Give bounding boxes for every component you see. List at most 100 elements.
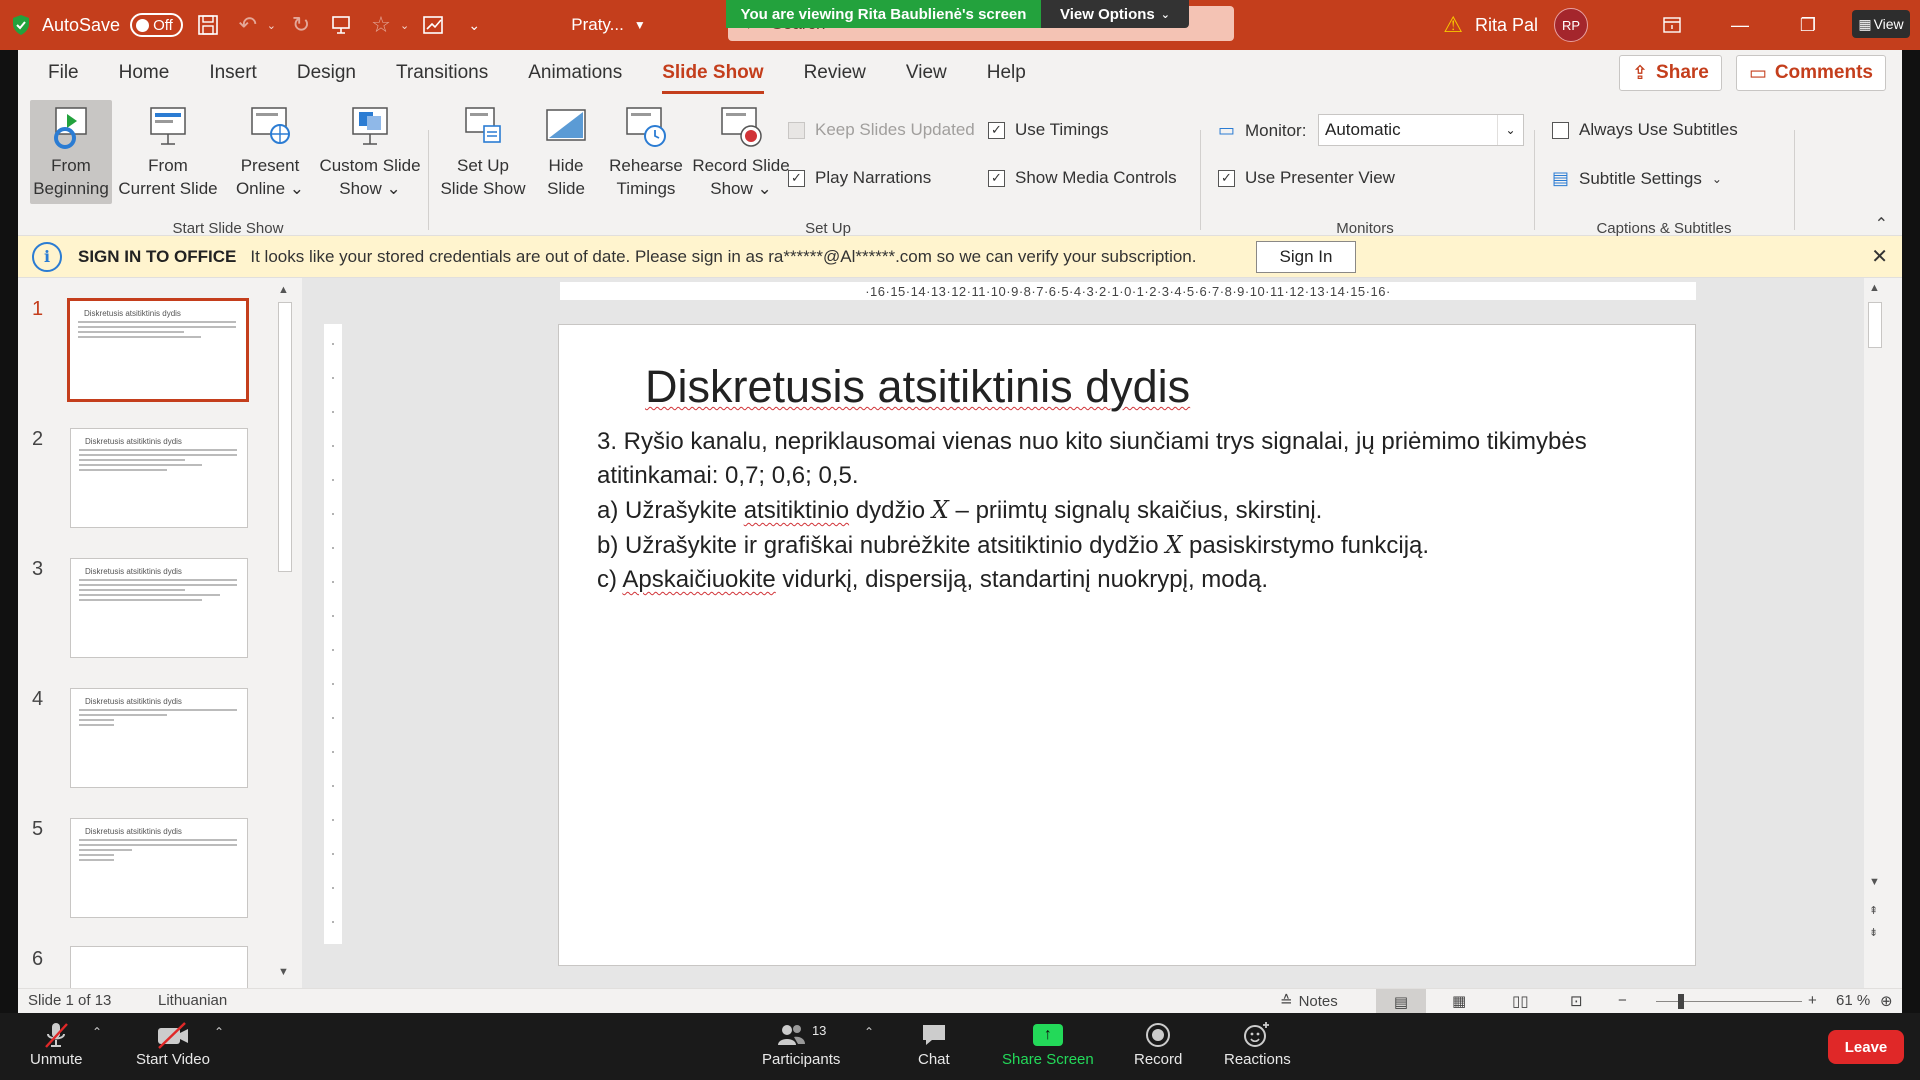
- ribbon-display-icon[interactable]: [1638, 0, 1706, 50]
- zoom-out-icon[interactable]: −: [1618, 992, 1627, 1009]
- monitor-select[interactable]: Automatic ⌄: [1318, 114, 1524, 146]
- share-screen-button[interactable]: ↑ Share Screen: [1002, 1019, 1094, 1068]
- monitor-label-row: ▭ Monitor:: [1218, 120, 1306, 141]
- rehearse-timings-button[interactable]: Rehearse Timings: [606, 100, 686, 204]
- fit-to-window-icon[interactable]: ⊕: [1880, 992, 1893, 1010]
- scrollbar-thumb[interactable]: [278, 302, 292, 572]
- close-icon[interactable]: ✕: [1871, 244, 1888, 269]
- from-current-slide-button[interactable]: From Current Slide: [116, 100, 220, 204]
- tab-animations[interactable]: Animations: [508, 50, 642, 96]
- keep-slides-updated-checkbox[interactable]: Keep Slides Updated: [788, 120, 975, 140]
- next-slide-icon[interactable]: ⇟: [1869, 926, 1878, 939]
- leave-button[interactable]: Leave: [1828, 1030, 1904, 1064]
- tab-view[interactable]: View: [886, 50, 967, 96]
- normal-view-icon[interactable]: ▤: [1376, 989, 1426, 1014]
- reading-view-icon[interactable]: ▯▯: [1512, 992, 1529, 1010]
- autosave-toggle[interactable]: Off: [130, 13, 183, 37]
- slide-show-view-icon[interactable]: ⊡: [1570, 992, 1583, 1010]
- show-media-controls-label: Show Media Controls: [1015, 168, 1177, 187]
- collapse-ribbon-icon[interactable]: ⌃: [1875, 214, 1888, 234]
- scroll-up-icon[interactable]: ▲: [278, 284, 289, 296]
- slide-thumbnail[interactable]: Diskretusis atsitiktinis dydis: [70, 818, 248, 918]
- zoom-level[interactable]: 61 %: [1836, 992, 1870, 1009]
- view-options-button[interactable]: View Options ⌄: [1041, 0, 1189, 28]
- ribbon: From Beginning From Current Slide Presen…: [18, 96, 1902, 237]
- reactions-label: Reactions: [1224, 1051, 1291, 1068]
- slide-thumbnail[interactable]: Diskretusis atsitiktinis dydis: [70, 688, 248, 788]
- warning-icon[interactable]: ⚠: [1443, 12, 1463, 38]
- scroll-down-icon[interactable]: ▼: [278, 966, 289, 978]
- use-timings-checkbox[interactable]: ✓ Use Timings: [988, 120, 1109, 140]
- set-up-slide-show-button[interactable]: Set Up Slide Show: [438, 100, 528, 204]
- save-icon[interactable]: [193, 10, 223, 40]
- tab-help[interactable]: Help: [967, 50, 1046, 96]
- user-name[interactable]: Rita Pal: [1475, 15, 1538, 36]
- slide-title[interactable]: Diskretusis atsitiktinis dydis: [645, 361, 1190, 413]
- sign-in-button[interactable]: Sign In: [1256, 241, 1356, 273]
- subtitle-settings-button[interactable]: ▤ Subtitle Settings ⌄: [1552, 168, 1722, 189]
- tab-slide-show[interactable]: Slide Show: [642, 50, 783, 96]
- undo-dropdown-icon[interactable]: ⌄: [267, 19, 276, 32]
- scroll-up-icon[interactable]: ▲: [1869, 282, 1880, 294]
- participants-button[interactable]: 13 Participants: [762, 1019, 840, 1069]
- present-online-button[interactable]: Present Online ⌄: [232, 100, 308, 204]
- scrollbar-thumb[interactable]: [1868, 302, 1882, 348]
- thumbnail-number: 5: [32, 818, 44, 840]
- slide-canvas[interactable]: Diskretusis atsitiktinis dydis 3. Ryšio …: [558, 324, 1696, 966]
- slide-thumbnail[interactable]: [70, 946, 248, 988]
- thumbnails-scrollbar[interactable]: ▲ ▼: [274, 282, 296, 982]
- language-indicator[interactable]: Lithuanian: [158, 992, 227, 1009]
- avatar[interactable]: RP: [1554, 8, 1588, 42]
- record-slide-show-button[interactable]: Record Slide Show ⌄: [690, 100, 792, 204]
- use-presenter-view-checkbox[interactable]: ✓ Use Presenter View: [1218, 168, 1395, 188]
- tab-transitions[interactable]: Transitions: [376, 50, 508, 96]
- redo-icon[interactable]: ↻: [286, 10, 316, 40]
- unmute-button[interactable]: Unmute: [30, 1019, 83, 1068]
- presentation-icon[interactable]: [326, 10, 356, 40]
- tab-design[interactable]: Design: [277, 50, 376, 96]
- play-narrations-checkbox[interactable]: ✓ Play Narrations: [788, 168, 931, 188]
- thumbnail-line: [79, 849, 132, 851]
- zoom-view-button[interactable]: ▦ View: [1852, 10, 1910, 38]
- zoom-in-icon[interactable]: +: [1808, 992, 1817, 1009]
- notes-button[interactable]: ≙ Notes: [1280, 992, 1338, 1011]
- star-dropdown-icon[interactable]: ⌄: [400, 19, 409, 32]
- previous-slide-icon[interactable]: ⇞: [1869, 904, 1878, 917]
- hide-slide-button[interactable]: Hide Slide: [534, 100, 598, 204]
- chat-button[interactable]: Chat: [918, 1019, 950, 1068]
- slide-thumbnail[interactable]: Diskretusis atsitiktinis dydis: [70, 558, 248, 658]
- tab-insert[interactable]: Insert: [189, 50, 277, 96]
- slide-thumbnail[interactable]: Diskretusis atsitiktinis dydis: [67, 298, 249, 402]
- custom-slide-show-button[interactable]: Custom Slide Show ⌄: [314, 100, 426, 204]
- tab-file[interactable]: File: [28, 50, 99, 96]
- minimize-icon[interactable]: —: [1706, 0, 1774, 50]
- show-media-controls-checkbox[interactable]: ✓ Show Media Controls: [988, 168, 1177, 188]
- scroll-down-icon[interactable]: ▼: [1869, 876, 1880, 888]
- document-title[interactable]: Praty... ▼: [571, 15, 645, 35]
- comments-button[interactable]: ▭ Comments: [1735, 55, 1886, 91]
- undo-icon[interactable]: ↶: [233, 10, 263, 40]
- share-button[interactable]: ⇪ Share: [1619, 55, 1722, 91]
- always-use-subtitles-checkbox[interactable]: Always Use Subtitles: [1552, 120, 1738, 140]
- setup-show-label-1: Set Up: [457, 156, 509, 175]
- chevron-up-icon[interactable]: ⌃: [214, 1025, 224, 1039]
- chevron-up-icon[interactable]: ⌃: [92, 1025, 102, 1039]
- restore-icon[interactable]: ❐: [1774, 0, 1842, 50]
- star-icon[interactable]: ☆: [366, 10, 396, 40]
- reactions-button[interactable]: Reactions: [1224, 1019, 1291, 1068]
- tab-review[interactable]: Review: [784, 50, 886, 96]
- record-button[interactable]: Record: [1134, 1019, 1182, 1068]
- slide-thumbnail[interactable]: Diskretusis atsitiktinis dydis: [70, 428, 248, 528]
- slide-sorter-icon[interactable]: ▦: [1452, 992, 1466, 1010]
- from-beginning-button[interactable]: From Beginning: [30, 100, 112, 204]
- zoom-slider-knob[interactable]: [1678, 994, 1684, 1009]
- editor-scrollbar[interactable]: ▲ ▼ ⇞ ⇟: [1864, 278, 1886, 988]
- security-shield-icon[interactable]: [10, 13, 32, 37]
- slide-body[interactable]: 3. Ryšio kanalu, nepriklausomai vienas n…: [597, 425, 1677, 597]
- chart-edit-icon[interactable]: [419, 10, 449, 40]
- tab-home[interactable]: Home: [99, 50, 190, 96]
- start-video-button[interactable]: Start Video: [136, 1019, 210, 1068]
- chevron-up-icon[interactable]: ⌃: [864, 1025, 874, 1039]
- monitor-icon: ▭: [1218, 120, 1236, 140]
- customize-toolbar-icon[interactable]: ⌄: [459, 10, 489, 40]
